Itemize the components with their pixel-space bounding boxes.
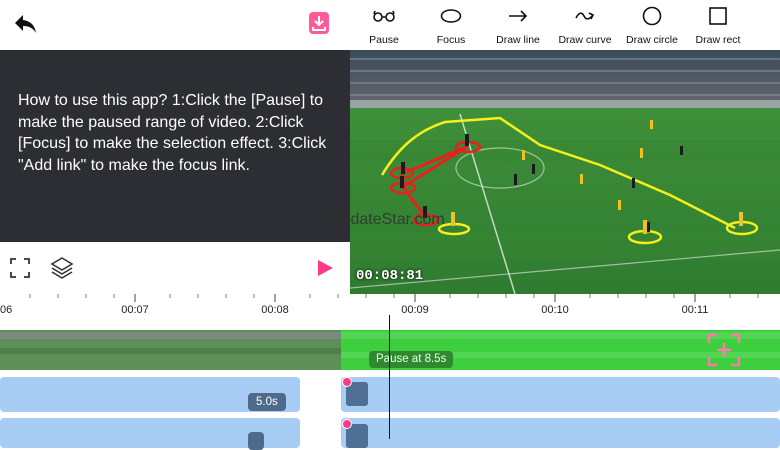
draw-curve-tool-label: Draw curve [558, 34, 612, 46]
draw-curve-tool-button[interactable]: Draw curve [550, 4, 620, 48]
clip-segment[interactable] [341, 377, 780, 412]
ruler-ticks [29, 294, 759, 302]
glasses-icon [373, 10, 395, 22]
tick-label: 00:11 [681, 304, 709, 316]
layers-icon [50, 257, 74, 279]
help-text: How to use this app? 1:Click the [Pause]… [18, 92, 327, 174]
circle-icon [642, 6, 662, 26]
draw-rect-tool-button[interactable]: Draw rect [683, 4, 753, 48]
pause-tool-button[interactable]: Pause [349, 4, 419, 48]
focus-tool-label: Focus [436, 34, 466, 46]
play-icon [318, 260, 333, 276]
clip-segment[interactable] [341, 418, 780, 448]
clip-duration-badge: 5.0s [248, 393, 286, 411]
curve-arrow-icon [575, 12, 595, 20]
square-icon [709, 7, 727, 25]
tick-label: 00:08 [261, 304, 289, 316]
watermark-text: UpdateStar.com [330, 211, 445, 228]
top-toolbar: Pause Focus Draw line Draw curve Draw ci… [0, 0, 780, 50]
back-button[interactable] [12, 10, 40, 38]
play-button[interactable] [315, 258, 335, 278]
tick-label: 00:10 [541, 304, 569, 316]
clip-duration-badge [248, 432, 264, 450]
playhead[interactable] [389, 315, 390, 439]
pause-tool-label: Pause [369, 34, 399, 46]
draw-line-tool-label: Draw line [496, 34, 540, 46]
draw-circle-tool-label: Draw circle [626, 34, 678, 46]
tick-label: 00:07 [121, 304, 149, 316]
video-frame[interactable]: 00:08:81 [350, 50, 780, 294]
fullscreen-button[interactable] [8, 256, 32, 280]
export-button[interactable] [309, 12, 329, 34]
layers-button[interactable] [49, 255, 75, 281]
keyframe-dot[interactable] [342, 377, 352, 387]
tick-label: 06 [0, 304, 13, 316]
focus-plus-icon [707, 333, 741, 367]
video-timecode: 00:08:81 [356, 268, 424, 284]
draw-circle-tool-button[interactable]: Draw circle [617, 4, 687, 48]
help-panel: How to use this app? 1:Click the [Pause]… [0, 50, 350, 242]
download-icon [312, 16, 326, 31]
tick-label: 00:09 [401, 304, 429, 316]
fullscreen-icon [10, 258, 30, 278]
draw-rect-tool-label: Draw rect [695, 34, 741, 46]
pause-range-badge[interactable]: Pause at 8.5s [369, 351, 454, 368]
add-focus-button[interactable] [706, 332, 742, 368]
keyframe-dot[interactable] [342, 419, 352, 429]
arrow-right-icon [509, 10, 528, 22]
focus-tool-button[interactable]: Focus [416, 4, 486, 48]
timeline-ruler[interactable]: 06 00:07 00:08 00:09 00:10 00:11 [0, 294, 780, 330]
ellipse-icon [440, 9, 462, 23]
back-arrow-icon [15, 15, 36, 33]
draw-line-tool-button[interactable]: Draw line [483, 4, 553, 48]
control-bar [0, 242, 350, 294]
soccer-field-image [350, 50, 780, 294]
